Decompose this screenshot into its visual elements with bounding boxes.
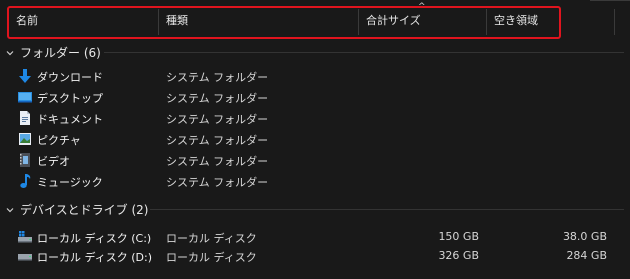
chevron-down-icon xyxy=(6,50,14,55)
item-name: ダウンロード xyxy=(37,71,103,84)
group-divider-drives xyxy=(150,209,624,210)
item-type: ローカル ディスク xyxy=(166,251,257,264)
group-label-folders: フォルダー (6) xyxy=(20,46,101,60)
item-free-space: 284 GB xyxy=(566,249,607,262)
music-note-icon xyxy=(20,174,31,188)
item-name: ビデオ xyxy=(37,155,70,168)
table-row[interactable]: ローカル ディスク (C:) ローカル ディスク 150 GB 38.0 GB xyxy=(0,227,630,247)
header-highlight-box xyxy=(7,6,561,39)
column-resize-handle-free-space[interactable] xyxy=(614,9,615,35)
drive-icon xyxy=(18,254,32,261)
desktop-icon xyxy=(18,92,32,103)
item-name: ローカル ディスク (D:) xyxy=(37,251,152,264)
group-header-drives[interactable]: デバイスとドライブ (2) xyxy=(6,201,148,218)
item-name: ミュージック xyxy=(37,176,103,189)
item-type: システム フォルダー xyxy=(166,134,269,147)
download-arrow-icon xyxy=(19,69,31,83)
item-name: デスクトップ xyxy=(37,92,103,105)
document-icon xyxy=(20,111,30,125)
list-item[interactable]: デスクトップ システム フォルダー xyxy=(0,87,630,107)
column-header-bar: ^ 名前 種類 合計サイズ 空き領域 xyxy=(0,0,630,40)
table-row[interactable]: ローカル ディスク (D:) ローカル ディスク 326 GB 284 GB xyxy=(0,246,630,266)
list-item[interactable]: ミュージック システム フォルダー xyxy=(0,171,630,191)
list-item[interactable]: ピクチャ システム フォルダー xyxy=(0,129,630,149)
item-type: システム フォルダー xyxy=(166,92,269,105)
header-top-divider xyxy=(590,0,630,1)
item-type: システム フォルダー xyxy=(166,176,269,189)
picture-icon xyxy=(19,133,31,145)
list-item[interactable]: ビデオ システム フォルダー xyxy=(0,150,630,170)
list-item[interactable]: ドキュメント システム フォルダー xyxy=(0,108,630,128)
item-name: ピクチャ xyxy=(37,134,81,147)
item-total-size: 150 GB xyxy=(438,230,479,243)
item-type: システム フォルダー xyxy=(166,155,269,168)
item-free-space: 38.0 GB xyxy=(562,230,607,243)
video-icon xyxy=(20,153,30,167)
group-header-folders[interactable]: フォルダー (6) xyxy=(6,44,101,61)
item-type: システム フォルダー xyxy=(166,113,269,126)
chevron-down-icon xyxy=(6,207,14,212)
group-label-drives: デバイスとドライブ (2) xyxy=(20,203,149,217)
list-item[interactable]: ダウンロード システム フォルダー xyxy=(0,66,630,86)
item-name: ローカル ディスク (C:) xyxy=(37,232,152,245)
item-name: ドキュメント xyxy=(37,113,103,126)
item-type: システム フォルダー xyxy=(166,71,269,84)
system-drive-icon xyxy=(18,231,32,243)
item-total-size: 326 GB xyxy=(438,249,479,262)
group-divider-folders xyxy=(104,52,624,53)
item-type: ローカル ディスク xyxy=(166,232,257,245)
